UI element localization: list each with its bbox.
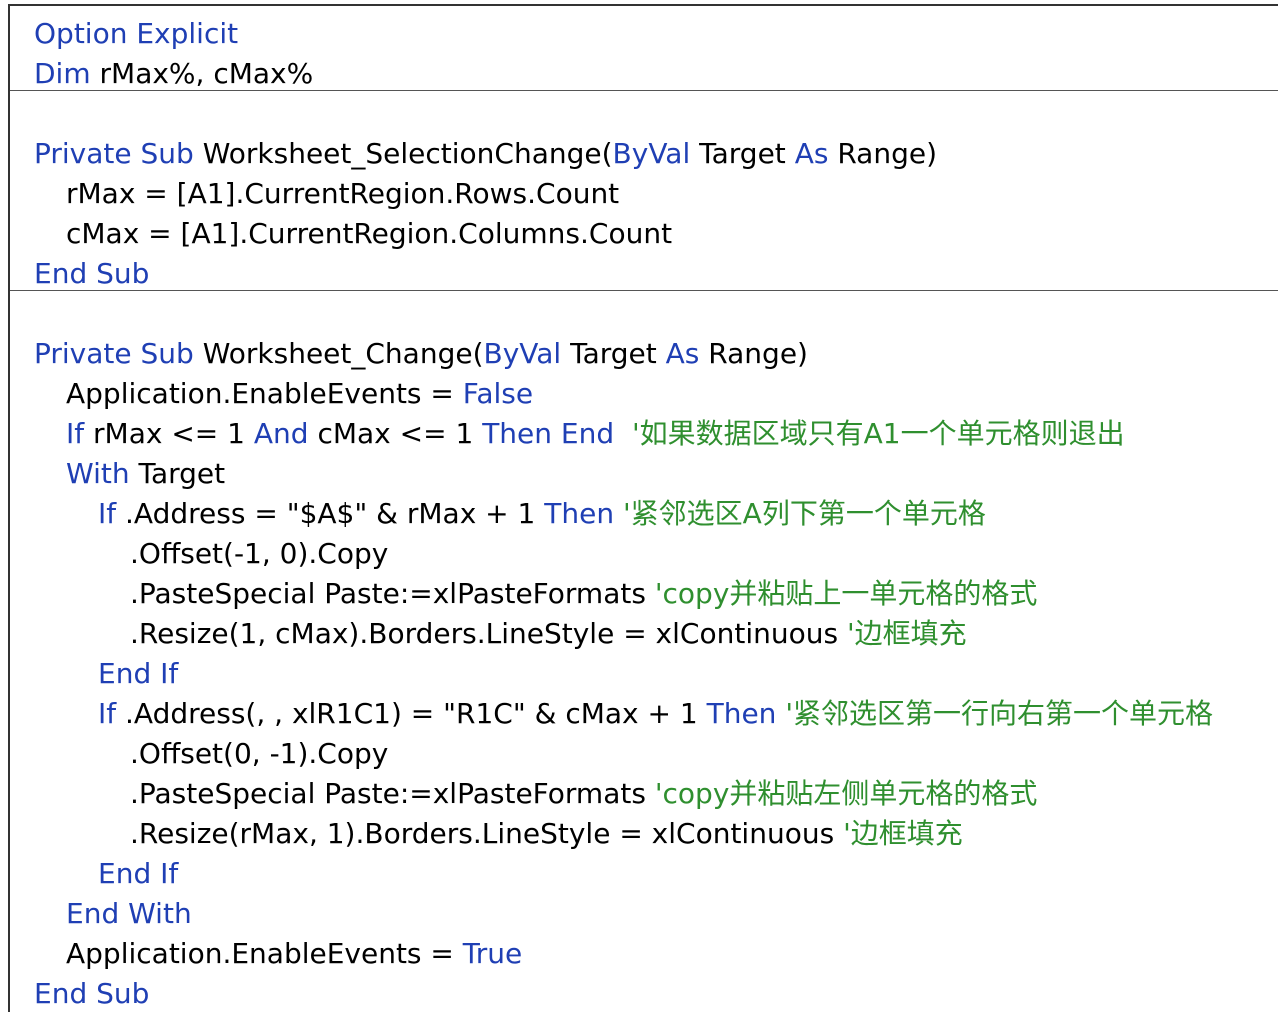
- code-line[interactable]: If .Address(, , xlR1C1) = "R1C" & cMax +…: [98, 694, 1213, 734]
- keyword-token: Option Explicit: [34, 17, 239, 50]
- keyword-token: ByVal: [612, 137, 691, 170]
- keyword-token: Dim: [34, 57, 91, 90]
- keyword-token: Private Sub: [34, 337, 194, 370]
- code-token: Range): [699, 337, 808, 370]
- keyword-token: If: [66, 417, 85, 450]
- code-token: Target: [690, 137, 795, 170]
- comment-token: 'copy并粘贴上一单元格的格式: [654, 577, 1038, 610]
- code-token: .Resize(rMax, 1).Borders.LineStyle = xlC…: [130, 817, 844, 850]
- code-line[interactable]: .PasteSpecial Paste:=xlPasteFormats 'cop…: [130, 774, 1037, 814]
- keyword-token: End Sub: [34, 977, 150, 1010]
- keyword-token: If: [98, 697, 117, 730]
- comment-token: '边框填充: [843, 817, 963, 850]
- code-token: rMax = [A1].CurrentRegion.Rows.Count: [66, 177, 620, 210]
- code-token: Worksheet_SelectionChange(: [193, 137, 613, 170]
- comment-token: '如果数据区域只有A1一个单元格则退出: [631, 417, 1125, 450]
- code-token: .Address(, , xlR1C1) = "R1C" & cMax + 1: [116, 697, 707, 730]
- keyword-token: Then: [544, 497, 615, 530]
- code-line[interactable]: cMax = [A1].CurrentRegion.Columns.Count: [66, 214, 672, 254]
- code-token: Worksheet_Change(: [193, 337, 484, 370]
- code-token: Application.EnableEvents =: [66, 377, 463, 410]
- keyword-token: As: [794, 137, 829, 170]
- keyword-token: If: [98, 497, 117, 530]
- code-token: .Resize(1, cMax).Borders.LineStyle = xlC…: [130, 617, 847, 650]
- keyword-token: And: [253, 417, 309, 450]
- keyword-token: With: [66, 457, 130, 490]
- code-token: .Address = "$A$" & rMax + 1: [116, 497, 545, 530]
- code-token: Target: [561, 337, 666, 370]
- code-line[interactable]: Option Explicit: [34, 14, 238, 54]
- keyword-token: End If: [98, 857, 179, 890]
- procedure-separator: [10, 290, 1278, 291]
- comment-token: '紧邻选区第一行向右第一个单元格: [785, 697, 1214, 730]
- code-line[interactable]: End If: [98, 654, 178, 694]
- keyword-token: End If: [98, 657, 179, 690]
- code-line[interactable]: .Offset(0, -1).Copy: [130, 734, 388, 774]
- code-token: rMax%, cMax%: [90, 57, 314, 90]
- code-line[interactable]: .PasteSpecial Paste:=xlPasteFormats 'cop…: [130, 574, 1037, 614]
- code-token: cMax <= 1: [308, 417, 483, 450]
- code-token: Application.EnableEvents =: [66, 937, 463, 970]
- code-line[interactable]: Application.EnableEvents = False: [66, 374, 533, 414]
- code-line[interactable]: Application.EnableEvents = True: [66, 934, 522, 974]
- code-token: Range): [828, 137, 938, 170]
- keyword-token: True: [462, 937, 523, 970]
- keyword-token: Private Sub: [34, 137, 194, 170]
- code-token: .PasteSpecial Paste:=xlPasteFormats: [130, 777, 655, 810]
- code-token: Target: [129, 457, 226, 490]
- code-line[interactable]: .Resize(1, cMax).Borders.LineStyle = xlC…: [130, 614, 967, 654]
- code-line[interactable]: rMax = [A1].CurrentRegion.Rows.Count: [66, 174, 619, 214]
- code-token: .Offset(0, -1).Copy: [130, 737, 389, 770]
- comment-token: 'copy并粘贴左侧单元格的格式: [654, 777, 1038, 810]
- code-line[interactable]: End Sub: [34, 254, 149, 294]
- code-token: .Offset(-1, 0).Copy: [130, 537, 389, 570]
- code-line[interactable]: Private Sub Worksheet_Change(ByVal Targe…: [34, 334, 808, 374]
- code-line[interactable]: With Target: [66, 454, 225, 494]
- keyword-token: End With: [66, 897, 192, 930]
- comment-token: '紧邻选区A列下第一个单元格: [622, 497, 986, 530]
- code-token: cMax = [A1].CurrentRegion.Columns.Count: [66, 217, 673, 250]
- code-line[interactable]: End With: [66, 894, 192, 934]
- keyword-token: False: [462, 377, 534, 410]
- code-editor[interactable]: Option Explicit Dim rMax%, cMax% Private S…: [8, 4, 1278, 1012]
- keyword-token: As: [665, 337, 700, 370]
- code-line[interactable]: If rMax <= 1 And cMax <= 1 Then End '如果数…: [66, 414, 1125, 454]
- code-line[interactable]: .Offset(-1, 0).Copy: [130, 534, 388, 574]
- keyword-token: End Sub: [34, 257, 150, 290]
- keyword-token: Then: [706, 697, 777, 730]
- code-line[interactable]: Dim rMax%, cMax%: [34, 54, 313, 94]
- code-token: rMax <= 1: [84, 417, 254, 450]
- code-line[interactable]: Private Sub Worksheet_SelectionChange(By…: [34, 134, 937, 174]
- code-line[interactable]: End If: [98, 854, 178, 894]
- code-line[interactable]: If .Address = "$A$" & rMax + 1 Then '紧邻选…: [98, 494, 986, 534]
- code-line[interactable]: .Resize(rMax, 1).Borders.LineStyle = xlC…: [130, 814, 963, 854]
- keyword-token: Then End: [482, 417, 615, 450]
- code-token: .PasteSpecial Paste:=xlPasteFormats: [130, 577, 655, 610]
- keyword-token: ByVal: [483, 337, 562, 370]
- code-line[interactable]: End Sub: [34, 974, 149, 1012]
- comment-token: '边框填充: [846, 617, 967, 650]
